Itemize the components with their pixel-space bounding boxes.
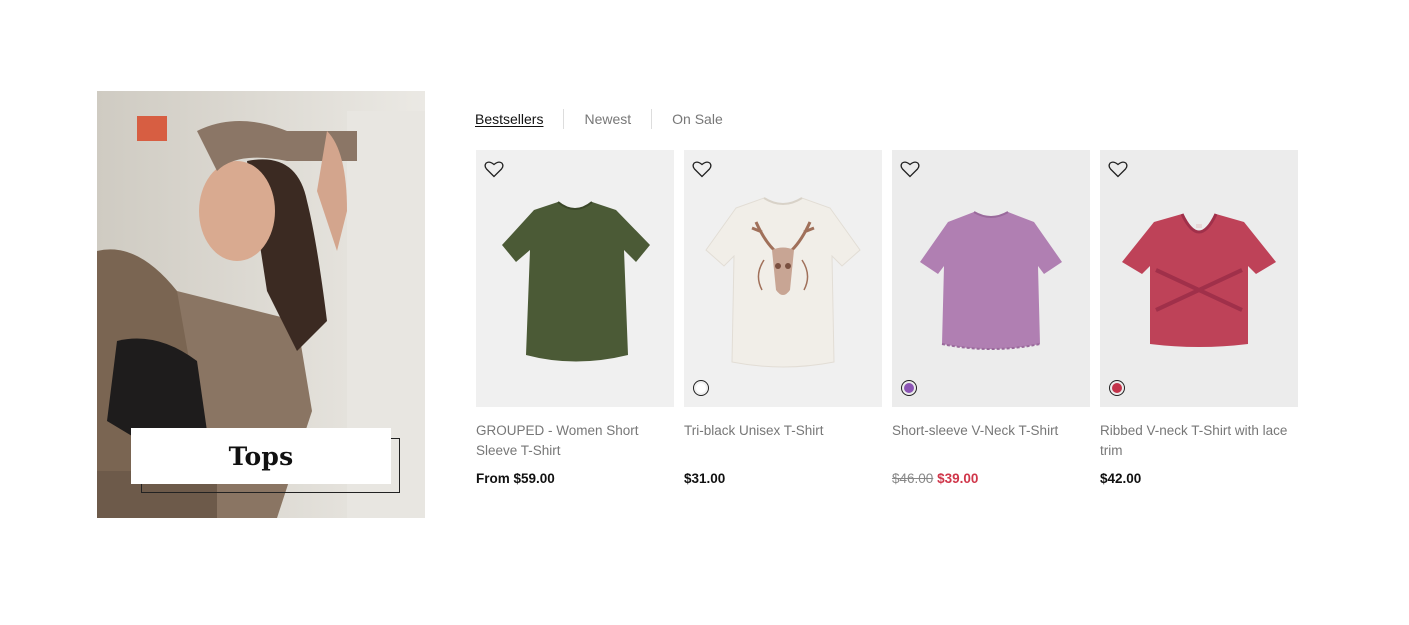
heart-icon[interactable] (692, 160, 712, 178)
color-swatch-red[interactable] (1109, 380, 1125, 396)
sale-price: $39.00 (937, 471, 979, 486)
tab-bestsellers[interactable]: Bestsellers (475, 108, 563, 130)
product-name[interactable]: Ribbed V-neck T-Shirt with lace trim (1100, 421, 1298, 461)
product-card: Short-sleeve V-Neck T-Shirt $46.00 $39.0… (892, 150, 1090, 486)
tshirt-image (502, 201, 650, 362)
banner-category-title[interactable]: Tops (131, 428, 391, 484)
tshirt-image (1122, 213, 1276, 347)
tab-newest[interactable]: Newest (564, 108, 651, 130)
product-image[interactable] (892, 150, 1090, 407)
product-name[interactable]: Tri-black Unisex T-Shirt (684, 421, 882, 461)
color-swatch-white[interactable] (693, 380, 709, 396)
tshirt-image (705, 197, 861, 368)
heart-icon[interactable] (900, 160, 920, 178)
tshirt-image (920, 211, 1062, 350)
color-swatch-purple[interactable] (901, 380, 917, 396)
heart-icon[interactable] (1108, 160, 1128, 178)
product-price: $31.00 (684, 471, 726, 486)
product-price: From $59.00 (476, 471, 555, 486)
product-name[interactable]: GROUPED - Women Short Sleeve T-Shirt (476, 421, 674, 461)
product-image[interactable] (684, 150, 882, 407)
product-card: GROUPED - Women Short Sleeve T-Shirt Fro… (476, 150, 674, 486)
tab-on-sale[interactable]: On Sale (652, 108, 743, 130)
product-image[interactable] (476, 150, 674, 407)
product-card: Tri-black Unisex T-Shirt $31.00 (684, 150, 882, 486)
original-price: $46.00 (892, 471, 934, 486)
product-price: $46.00 $39.00 (892, 471, 1090, 486)
product-image[interactable] (1100, 150, 1298, 407)
product-name[interactable]: Short-sleeve V-Neck T-Shirt (892, 421, 1090, 461)
product-price: $42.00 (1100, 471, 1142, 486)
product-card: Ribbed V-neck T-Shirt with lace trim $42… (1100, 150, 1298, 486)
product-filter-tabs: Bestsellers Newest On Sale (475, 108, 743, 130)
heart-icon[interactable] (484, 160, 504, 178)
